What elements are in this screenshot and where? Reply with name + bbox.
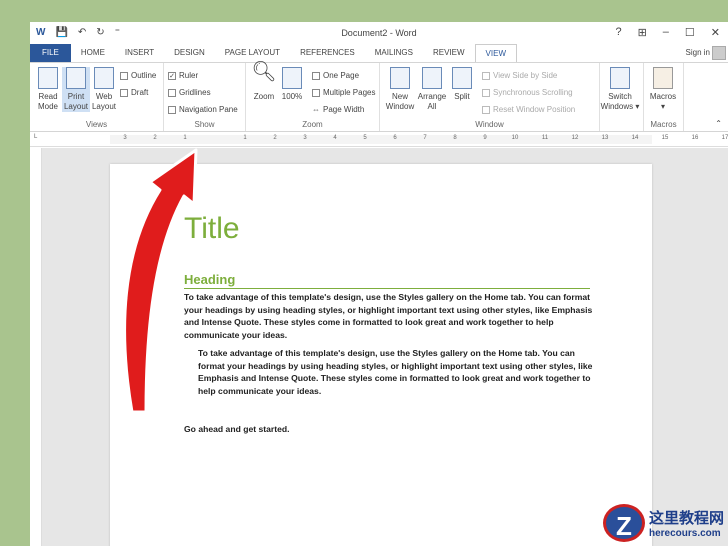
watermark-logo: Z: [602, 504, 645, 542]
watermark-text: 这里教程网: [648, 509, 724, 527]
red-arrow-icon: [123, 148, 198, 414]
watermark-url: herecours.com: [648, 528, 721, 539]
watermark: Z 这里教程网 herecours.com: [602, 504, 724, 542]
